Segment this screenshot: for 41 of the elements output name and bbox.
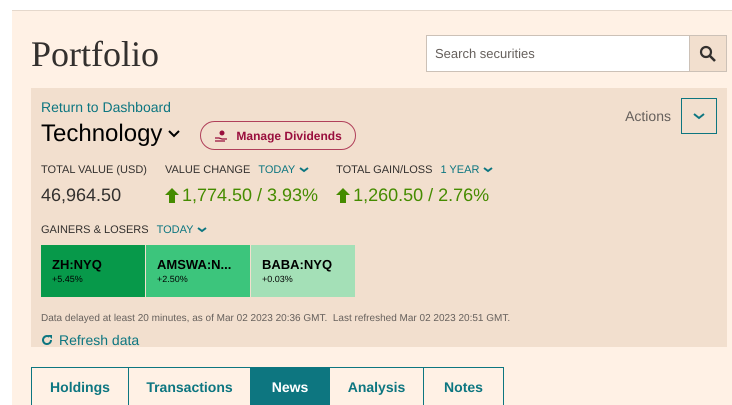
stat-value: 1,774.50 / 3.93%: [182, 184, 318, 206]
mover-tile[interactable]: BABA:NYQ +0.03%: [251, 244, 355, 296]
tab[interactable]: Notes: [423, 367, 504, 405]
mover-change: +2.50%: [157, 272, 189, 284]
data-delay-note: Data delayed at least 20 minutes, as of Mar 02 2023 20:36 GMT. Last refreshed Mar 02 2023 20:51 GMT.: [41, 312, 512, 326]
chevron-down-icon: [299, 167, 310, 173]
mover-change: +5.45%: [52, 272, 84, 284]
portfolio-selector[interactable]: Technology: [41, 120, 180, 148]
actions-dropdown-button[interactable]: [681, 98, 717, 134]
search-button[interactable]: [690, 35, 727, 72]
dividend-icon: [214, 130, 228, 142]
chevron-down-icon: [197, 227, 208, 234]
up-arrow-icon: [336, 188, 350, 202]
stat-label: TOTAL VALUE (USD): [41, 162, 147, 178]
period-dropdown[interactable]: TODAY: [156, 222, 208, 238]
gainers-losers-label: GAINERS & LOSERS: [41, 223, 149, 238]
stat-value: 46,964.50: [41, 184, 122, 206]
chevron-down-icon: [693, 112, 705, 120]
mover-symbol: ZH:NYQ: [52, 256, 103, 272]
tab[interactable]: News: [250, 367, 330, 405]
refresh-button[interactable]: Refresh data: [41, 330, 140, 350]
chevron-down-icon: [483, 167, 494, 173]
mover-tile[interactable]: ZH:NYQ +5.45%: [41, 244, 145, 296]
actions-label: Actions: [625, 106, 671, 126]
manage-dividends-button[interactable]: Manage Dividends: [200, 121, 356, 150]
mover-symbol: AMSWA:N...: [157, 256, 232, 272]
stat-label: VALUE CHANGE: [164, 162, 250, 178]
mover-tile[interactable]: AMSWA:N... +2.50%: [146, 244, 250, 296]
stat-label: TOTAL GAIN/LOSS: [336, 162, 432, 178]
refresh-icon: [41, 334, 53, 346]
search-icon: [699, 44, 717, 62]
chevron-down-icon: [168, 130, 180, 138]
mover-change: +0.03%: [262, 272, 294, 284]
period-dropdown[interactable]: TODAY: [258, 162, 310, 178]
period-dropdown[interactable]: 1 YEAR: [440, 162, 494, 178]
search-field[interactable]: Search securities: [426, 35, 690, 72]
up-arrow-icon: [164, 188, 179, 202]
page-title: Portfolio: [31, 36, 160, 72]
stat-value: 1,260.50 / 2.76%: [353, 184, 490, 206]
tab[interactable]: Holdings: [31, 367, 129, 405]
mover-symbol: BABA:NYQ: [262, 256, 334, 272]
